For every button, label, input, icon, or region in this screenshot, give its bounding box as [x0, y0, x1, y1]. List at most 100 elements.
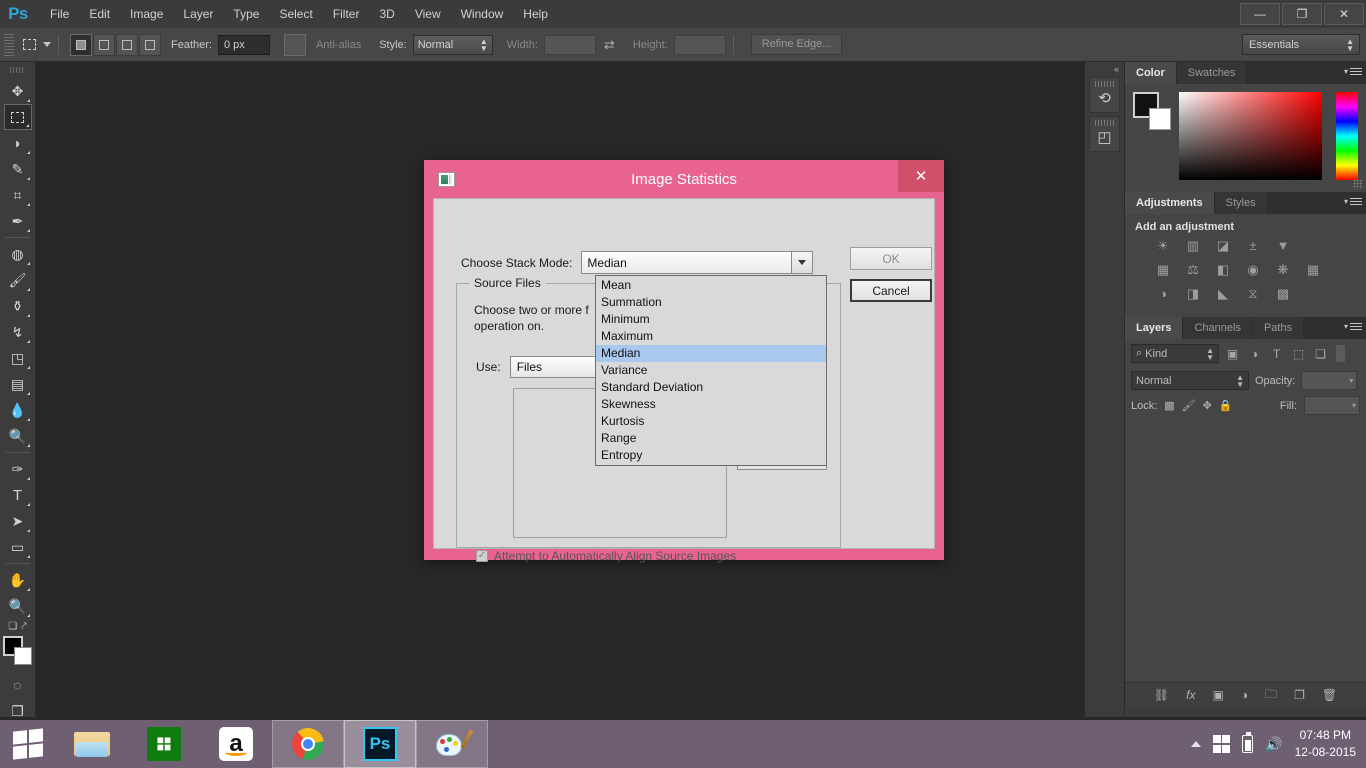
swap-colors-icon[interactable]: ⤤	[21, 621, 27, 632]
lock-position-icon[interactable]: ✥	[1203, 399, 1212, 412]
cancel-button[interactable]: Cancel	[850, 279, 932, 302]
move-tool[interactable]: ✥	[4, 78, 32, 104]
lasso-tool[interactable]: ◗	[4, 130, 32, 156]
show-hidden-icons-button[interactable]	[1190, 741, 1201, 747]
crop-tool[interactable]: ⌗	[4, 182, 32, 208]
expand-panels-icon[interactable]: «	[1085, 62, 1124, 74]
link-layers-icon[interactable]: ⛓	[1154, 688, 1169, 702]
menu-window[interactable]: Window	[451, 2, 514, 26]
adjustment-layers-filter-icon[interactable]: ◑	[1246, 345, 1263, 362]
dialog-close-button[interactable]: ✕	[898, 160, 944, 192]
options-bar-grip[interactable]	[4, 33, 14, 56]
path-selection-tool[interactable]: ➤	[4, 508, 32, 534]
lock-all-icon[interactable]: 🔒	[1219, 399, 1233, 412]
menu-select[interactable]: Select	[269, 2, 322, 26]
start-button[interactable]	[0, 720, 56, 768]
dropdown-option-maximum[interactable]: Maximum	[596, 328, 826, 345]
anti-alias-checkbox[interactable]	[283, 33, 306, 56]
background-color-swatch[interactable]	[13, 647, 32, 665]
opacity-input[interactable]: ▾	[1301, 371, 1358, 390]
hue-saturation-icon[interactable]: ▦	[1153, 261, 1173, 278]
fill-input[interactable]: ▾	[1304, 396, 1360, 415]
color-panel-swatches[interactable]	[1133, 92, 1171, 130]
brightness-contrast-icon[interactable]: ☀	[1153, 237, 1173, 254]
layer-filter-kind-select[interactable]: ⌕ Kind ▲ ▼	[1131, 344, 1219, 363]
swap-width-height-icon[interactable]: ⇄	[604, 37, 615, 53]
selective-color-icon[interactable]: ⧖	[1243, 285, 1263, 302]
default-colors-icon[interactable]: ❏	[8, 621, 17, 632]
height-input[interactable]	[673, 34, 726, 55]
black-white-icon[interactable]: ◧	[1213, 261, 1233, 278]
pen-tool[interactable]: ✑	[4, 456, 32, 482]
close-button[interactable]: ✕	[1324, 3, 1364, 25]
spot-healing-brush-tool[interactable]: ◍	[4, 241, 32, 267]
tools-panel-grip[interactable]	[10, 64, 25, 76]
menu-edit[interactable]: Edit	[79, 2, 120, 26]
chevron-down-icon[interactable]: ▾	[1352, 401, 1356, 410]
taskbar-photoshop[interactable]: Ps	[344, 720, 416, 768]
horizontal-type-tool[interactable]: T	[4, 482, 32, 508]
intersect-with-selection-button[interactable]	[139, 33, 161, 56]
dropdown-option-standard-deviation[interactable]: Standard Deviation	[596, 379, 826, 396]
tab-paths[interactable]: Paths	[1252, 317, 1305, 339]
current-tool-icon[interactable]	[18, 34, 40, 56]
curves-icon[interactable]: ◪	[1213, 237, 1233, 254]
new-adjustment-layer-icon[interactable]: ◑	[1241, 688, 1248, 702]
restore-button[interactable]: ❐	[1282, 3, 1322, 25]
shape-layers-filter-icon[interactable]: ⬚	[1290, 345, 1307, 362]
levels-icon[interactable]: ▥	[1183, 237, 1203, 254]
layers-list[interactable]	[1125, 420, 1366, 682]
color-lookup-icon[interactable]: ▦	[1303, 261, 1323, 278]
color-field[interactable]	[1178, 92, 1323, 180]
clock[interactable]: 07:48 PM 12-08-2015	[1295, 727, 1356, 761]
dropdown-option-variance[interactable]: Variance	[596, 362, 826, 379]
tab-adjustments[interactable]: Adjustments	[1125, 192, 1215, 214]
eyedropper-tool[interactable]: ✒	[4, 208, 32, 234]
panel-resize-grip[interactable]	[1353, 179, 1363, 189]
taskbar-chrome[interactable]	[272, 720, 344, 768]
volume-icon[interactable]: 🔊	[1265, 736, 1282, 753]
filter-toggle-switch[interactable]	[1336, 345, 1345, 362]
brush-tool[interactable]: 🖌	[4, 267, 32, 293]
subtract-from-selection-button[interactable]	[116, 33, 138, 56]
dropdown-option-kurtosis[interactable]: Kurtosis	[596, 413, 826, 430]
clone-stamp-tool[interactable]: ⚱	[4, 293, 32, 319]
exposure-icon[interactable]: ±	[1243, 237, 1263, 254]
feather-input[interactable]: 0 px	[217, 34, 270, 55]
taskbar-amazon[interactable]: a	[200, 720, 272, 768]
dropdown-option-range[interactable]: Range	[596, 430, 826, 447]
tab-channels[interactable]: Channels	[1183, 317, 1253, 339]
battery-icon[interactable]	[1242, 732, 1254, 753]
dropdown-option-summation[interactable]: Summation	[596, 294, 826, 311]
layer-style-icon[interactable]: fx	[1186, 688, 1195, 702]
posterize-icon[interactable]: ◨	[1183, 285, 1203, 302]
gradient-map-icon[interactable]: ▩	[1273, 285, 1293, 302]
new-selection-button[interactable]	[70, 33, 92, 56]
rectangle-tool[interactable]: ▭	[4, 534, 32, 560]
stack-mode-combobox[interactable]: Median	[581, 251, 814, 274]
menu-layer[interactable]: Layer	[173, 2, 223, 26]
menu-type[interactable]: Type	[223, 2, 269, 26]
invert-icon[interactable]: ◑	[1153, 285, 1173, 302]
history-brush-tool[interactable]: ↯	[4, 319, 32, 345]
dropdown-option-entropy[interactable]: Entropy	[596, 447, 826, 464]
quick-selection-tool[interactable]: ✎	[4, 156, 32, 182]
new-layer-icon[interactable]: ❐	[1294, 688, 1305, 702]
lock-transparent-pixels-icon[interactable]: ▩	[1164, 399, 1174, 412]
type-layers-filter-icon[interactable]: T	[1268, 345, 1285, 362]
zoom-tool[interactable]: 🔍	[4, 593, 32, 619]
quick-mask-icon[interactable]: ◌	[4, 672, 32, 698]
style-select[interactable]: Normal ▲ ▼	[412, 34, 493, 55]
rectangular-marquee-tool[interactable]	[3, 104, 32, 130]
tab-color[interactable]: Color	[1125, 62, 1177, 84]
tab-styles[interactable]: Styles	[1214, 192, 1268, 214]
refine-edge-button[interactable]: Refine Edge...	[750, 34, 843, 55]
menu-help[interactable]: Help	[513, 2, 558, 26]
smart-object-filter-icon[interactable]: ❏	[1312, 345, 1329, 362]
3d-panel-tab[interactable]: ◰	[1089, 116, 1120, 152]
eraser-tool[interactable]: ◳	[4, 345, 32, 371]
background-color-swatch[interactable]	[1149, 108, 1171, 130]
vibrance-icon[interactable]: ▼	[1273, 237, 1293, 254]
pixel-layers-filter-icon[interactable]: ▣	[1224, 345, 1241, 362]
add-to-selection-button[interactable]	[93, 33, 115, 56]
